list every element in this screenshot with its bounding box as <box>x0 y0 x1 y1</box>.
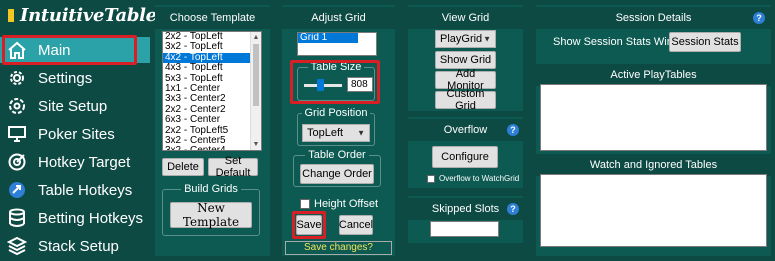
sidebar-item-label: Poker Sites <box>38 125 115 143</box>
choose-template-panel: Choose Template 2x2 - TopLeft 3x2 - TopLe… <box>155 5 270 256</box>
target-icon <box>6 152 28 172</box>
overflow-title: Overflow <box>408 119 523 141</box>
height-offset-label: Height Offset <box>314 198 378 210</box>
show-grid-button[interactable]: Show Grid <box>435 51 496 69</box>
grid-list[interactable]: Grid 1 <box>297 32 377 56</box>
view-grid-panel: View Grid PlayGrid ▼ Show Grid Add Monit… <box>408 5 523 112</box>
table-grid-icon <box>8 8 14 22</box>
overflow-watchgrid-label: Overflow to WatchGrid <box>439 174 520 183</box>
cog-icon <box>6 96 28 116</box>
scroll-down-icon[interactable]: ▼ <box>251 139 261 150</box>
height-offset-checkbox[interactable]: Height Offset <box>300 198 378 210</box>
sidebar: IntuitiveTables Main Settings Site Setup… <box>0 0 167 261</box>
adjust-grid-title: Adjust Grid <box>282 7 395 29</box>
sidebar-item-settings[interactable]: Settings <box>0 65 150 91</box>
cancel-button[interactable]: Cancel <box>339 215 373 235</box>
new-template-button[interactable]: New Template <box>170 201 252 229</box>
template-list-item[interactable]: 4x3 - TopLeft <box>163 62 261 73</box>
session-details-title: Session Details <box>536 7 771 29</box>
watch-ignored-title: Watch and Ignored Tables <box>536 154 771 176</box>
watch-ignored-list[interactable] <box>540 174 767 247</box>
table-size-highlight-box <box>290 60 380 104</box>
sidebar-item-label: Settings <box>38 69 93 87</box>
configure-button[interactable]: Configure <box>432 146 498 168</box>
template-list-scrollbar[interactable]: ▲ ▼ <box>250 32 261 150</box>
help-icon[interactable]: ? <box>507 203 519 215</box>
sidebar-item-table-hotkeys[interactable]: Table Hotkeys <box>0 177 150 203</box>
overflow-watchgrid-checkbox[interactable]: Overflow to WatchGrid <box>427 174 519 183</box>
grid-position-label: Grid Position <box>301 107 371 119</box>
sidebar-item-label: Hotkey Target <box>38 153 131 171</box>
sidebar-item-label: Site Setup <box>38 97 108 115</box>
main-highlight-box <box>2 35 137 65</box>
table-order-label: Table Order <box>305 149 369 161</box>
add-monitor-button[interactable]: Add Monitor <box>435 68 496 92</box>
skipped-slots-title: Skipped Slots <box>408 198 523 220</box>
view-grid-title: View Grid <box>408 7 523 29</box>
sidebar-item-betting-hotkeys[interactable]: Betting Hotkeys <box>0 205 150 231</box>
chevron-down-icon: ▼ <box>357 128 365 138</box>
monitor-icon <box>6 124 28 144</box>
adjust-grid-panel: Adjust Grid Grid 1 Table Size 808 Grid P… <box>282 5 395 256</box>
sidebar-item-label: Table Hotkeys <box>38 181 133 199</box>
table-order-group: Table Order Change Order <box>293 149 381 187</box>
sidebar-item-hotkey-target[interactable]: Hotkey Target <box>0 149 150 175</box>
skipped-slots-input[interactable] <box>430 221 499 237</box>
sidebar-item-poker-sites[interactable]: Poker Sites <box>0 121 150 147</box>
database-icon <box>6 208 28 228</box>
session-details-panel: Session Details ? Show Session Stats Win… <box>536 5 771 256</box>
sidebar-item-stack-setup[interactable]: Stack Setup <box>0 233 150 259</box>
chevron-down-icon: ▼ <box>483 34 491 44</box>
checkbox-box[interactable] <box>427 174 435 183</box>
build-grids-group: Build Grids New Template <box>162 183 260 236</box>
skipped-slots-panel: Skipped Slots ? <box>408 196 523 243</box>
choose-template-title: Choose Template <box>155 7 270 29</box>
arrow-circle-icon <box>6 180 28 200</box>
playgrid-select[interactable]: PlayGrid ▼ <box>435 30 496 48</box>
template-list-item[interactable]: 3x2 - Center4 <box>163 145 261 150</box>
active-playtables-title: Active PlayTables <box>536 64 771 86</box>
checkbox-box[interactable] <box>300 199 310 209</box>
gear-icon <box>6 68 28 88</box>
app-title: IntuitiveTables <box>20 4 167 26</box>
grid-position-value: TopLeft <box>307 127 344 139</box>
template-list[interactable]: 2x2 - TopLeft 3x2 - TopLeft 4x2 - TopLeft 4… <box>162 31 262 151</box>
app-logo: IntuitiveTables <box>0 0 167 30</box>
delete-button[interactable]: Delete <box>162 158 204 176</box>
sidebar-item-site-setup[interactable]: Site Setup <box>0 93 150 119</box>
change-order-button[interactable]: Change Order <box>300 164 374 184</box>
build-grids-label: Build Grids <box>181 183 241 195</box>
scroll-up-icon[interactable]: ▲ <box>251 32 261 43</box>
overflow-panel: Overflow ? Configure Overflow to WatchGr… <box>408 117 523 188</box>
help-icon[interactable]: ? <box>507 124 519 136</box>
sidebar-item-label: Betting Hotkeys <box>38 209 144 227</box>
set-default-button[interactable]: Set Default <box>208 155 258 179</box>
grid-position-group: Grid Position TopLeft ▼ <box>297 107 375 146</box>
grid-position-select[interactable]: TopLeft ▼ <box>302 124 370 142</box>
save-highlight-box <box>292 211 326 239</box>
template-list-item[interactable]: 6x3 - Center <box>163 114 261 125</box>
grid-list-item[interactable]: Grid 1 <box>298 33 358 44</box>
playgrid-value: PlayGrid <box>440 33 483 45</box>
session-stats-button[interactable]: Session Stats <box>669 32 741 52</box>
active-playtables-list[interactable] <box>540 84 767 151</box>
help-icon[interactable]: ? <box>753 12 765 24</box>
scrollbar-thumb[interactable] <box>253 44 259 106</box>
save-changes-prompt: Save changes? <box>285 241 392 255</box>
stack-icon <box>6 236 28 256</box>
sidebar-item-label: Stack Setup <box>38 237 119 255</box>
custom-grid-button[interactable]: Custom Grid <box>435 88 496 112</box>
